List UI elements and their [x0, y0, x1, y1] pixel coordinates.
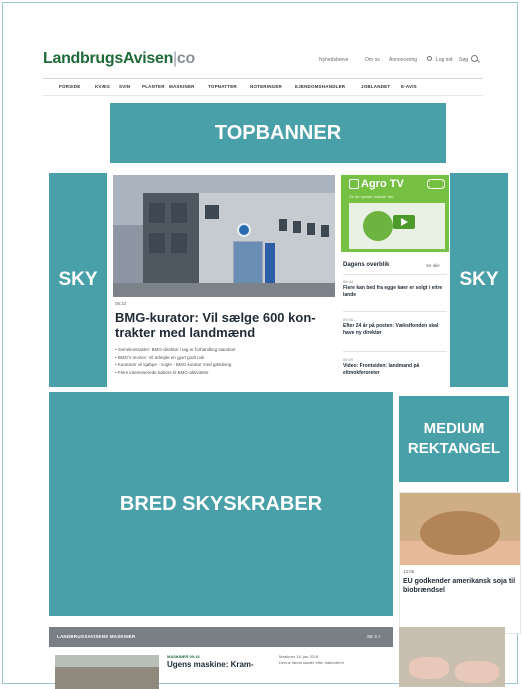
related-link[interactable]: Kuratorer vil kjøbpe - nogle - BMG-kurat…: [115, 361, 335, 369]
bred-label: BRED SKYSKRABER: [119, 492, 323, 515]
nav-item-noteringer[interactable]: NOTERINGER: [250, 84, 282, 89]
tv-toggle-icon: [427, 179, 445, 189]
site-logo[interactable]: LandbrugsAvisen|co: [43, 50, 195, 68]
user-icon: [427, 56, 432, 61]
related-link[interactable]: Svinekontrakter: BMG-direktør i tag er f…: [115, 346, 335, 354]
sky-ad-left[interactable]: SKY: [49, 173, 107, 387]
agro-tv-video[interactable]: [349, 203, 445, 249]
topbanner-ad[interactable]: TOPBANNER: [110, 103, 446, 163]
nav-item-svin[interactable]: SVIN: [119, 84, 130, 89]
agro-tv-title: Agro TV: [361, 178, 404, 190]
medium-label-line1: MEDIUM: [423, 420, 485, 437]
dagens-item[interactable]: Flere kan bed fra egge køer er solgt i e…: [343, 285, 447, 299]
nav-item-joblandet[interactable]: JOBLANDET: [361, 84, 390, 89]
tv-icon: [349, 179, 359, 189]
nav-item-planter[interactable]: PLANTER: [142, 84, 165, 89]
bred-skyskraber-ad[interactable]: BRED SKYSKRABER: [49, 392, 393, 616]
util-newsletter-link[interactable]: Nyhedsbreve: [319, 57, 348, 63]
util-about-link[interactable]: Om os: [365, 57, 380, 63]
main-article-image[interactable]: [113, 175, 335, 297]
apple-thumbnail: [363, 211, 393, 241]
image-building: [143, 193, 335, 297]
related-link[interactable]: Flere interesserede købere til BMG-aktiv…: [115, 369, 335, 377]
nav-item-maskiner[interactable]: MASKINER: [169, 84, 195, 89]
side-article-title[interactable]: EU godkender amerikansk soja til biobræn…: [403, 577, 517, 595]
dagens-item-time: 09:40: [343, 317, 354, 322]
nav-item-topnatter[interactable]: TOPNATTER: [208, 84, 237, 89]
maskine-article-title[interactable]: Ugens maskine: Kram-: [167, 660, 271, 670]
agro-tv-subtitle: Se de nyeste videoer her: [349, 194, 394, 199]
sky-ad-right[interactable]: SKY: [450, 173, 508, 387]
dagens-item-time: 09:44: [343, 279, 354, 284]
medium-label-line2: REKTANGEL: [407, 440, 501, 457]
nav-item-forside[interactable]: FORSIDE: [59, 84, 80, 89]
agro-tv-widget[interactable]: Agro TV Se de nyeste videoer her: [341, 175, 449, 252]
maskiner-section-title: LANDBRUGSAVISENS MASKINER: [57, 634, 136, 639]
util-ads-link[interactable]: Annoncering: [389, 57, 417, 63]
side-article-time: 13:05: [403, 569, 415, 574]
main-article-related-list: Svinekontrakter: BMG-direktør i tag er f…: [115, 346, 335, 376]
main-article-time: 06:22: [115, 301, 127, 306]
nav-item-eavis[interactable]: E-AVIS: [401, 84, 417, 89]
soybean-image: [400, 493, 520, 565]
dagens-see-all-link[interactable]: Se alle: [426, 263, 440, 268]
util-search-link[interactable]: Søg: [459, 57, 468, 63]
main-article-title[interactable]: BMG-kurator: Vil sælge 600 kon­trakter m…: [115, 310, 335, 340]
page-frame: LandbrugsAvisen|co Nyhedsbreve Om os Ann…: [2, 2, 521, 689]
sky-left-label: SKY: [58, 269, 98, 290]
maskine-article-image[interactable]: [55, 655, 159, 689]
related-link[interactable]: BMG's revisor: Vil arbejde en gjort godt…: [115, 354, 335, 362]
bmg-logo-icon: [237, 223, 251, 237]
pigs-image[interactable]: [399, 627, 505, 687]
medium-rektangel-ad[interactable]: MEDIUM REKTANGEL: [399, 396, 509, 482]
util-login-link[interactable]: Log ind: [436, 57, 452, 63]
maskine-article-meta: Maskiner 16. jan 2018 Denne fabrio støde…: [279, 654, 344, 665]
search-icon[interactable]: [471, 55, 478, 62]
nav-item-ejendomshandler[interactable]: EJENDOMSHANDLER: [295, 84, 345, 89]
nav-divider: [43, 78, 483, 79]
dagens-item-time: 09:29: [343, 357, 354, 362]
maskiner-see-more-link[interactable]: SE 3 >: [367, 634, 381, 639]
dagens-item[interactable]: Video: Frontsiden: landmand på eltmokfer…: [343, 363, 447, 377]
play-icon[interactable]: [393, 215, 415, 229]
nav-item-kvaeg[interactable]: KVÆG: [95, 84, 110, 89]
dagens-overblik-heading: Dagens overblik: [343, 262, 390, 268]
topbanner-label: TOPBANNER: [214, 121, 342, 144]
dagens-item[interactable]: Efter 24 år på posten: Vækstfonden skal …: [343, 323, 447, 337]
maskine-article-category: MASKINER 09:16: [167, 654, 200, 659]
side-article-card[interactable]: 13:05 EU godkender amerikansk soja til b…: [399, 492, 521, 634]
maskiner-section-bar: LANDBRUGSAVISENS MASKINER SE 3 >: [49, 627, 393, 647]
nav-bottom-divider: [43, 95, 483, 96]
sky-right-label: SKY: [459, 269, 499, 290]
